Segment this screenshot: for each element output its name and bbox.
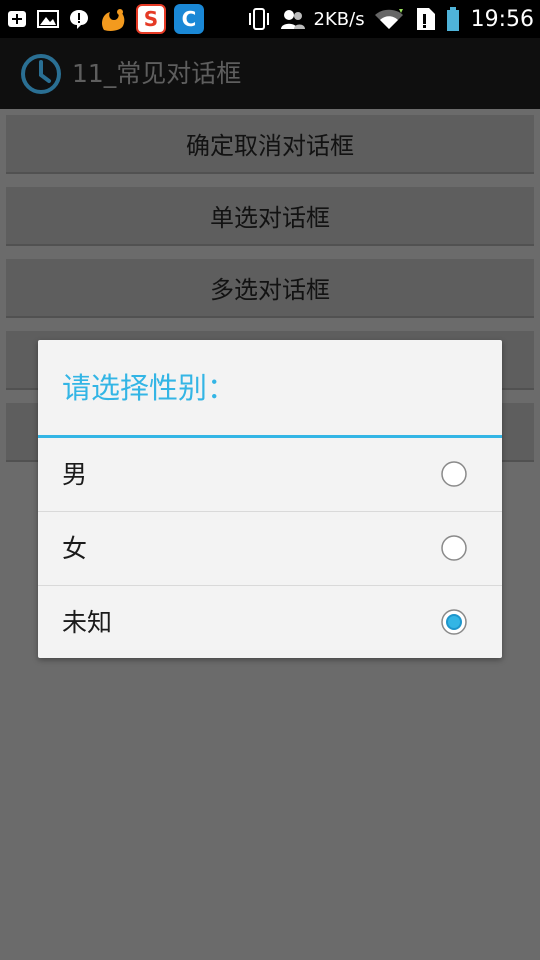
- single-choice-dialog-button[interactable]: 单选对话框: [6, 187, 534, 246]
- option-label: 女: [62, 534, 88, 563]
- option-male[interactable]: 男: [38, 438, 502, 511]
- alert-icon: [68, 8, 90, 30]
- browser-icon: C: [174, 4, 204, 34]
- status-bar: S C 2KB/s 19:56: [0, 0, 540, 38]
- option-unknown[interactable]: 未知: [38, 586, 502, 658]
- dialog-title: 请选择性别：: [62, 371, 237, 405]
- button-label: 确定取消对话框: [186, 132, 354, 160]
- sogou-icon: S: [136, 4, 166, 34]
- radio-checked-icon[interactable]: [441, 609, 467, 635]
- status-bar-right: 2KB/s 19:56: [246, 0, 534, 38]
- option-label: 男: [62, 460, 88, 489]
- single-choice-dialog: 请选择性别： 男 女 未知: [38, 340, 502, 658]
- wifi-icon: [373, 7, 405, 31]
- uc-browser-icon: [98, 4, 128, 34]
- image-icon: [36, 8, 60, 30]
- button-label: 单选对话框: [210, 204, 330, 232]
- vibrate-icon: [246, 7, 272, 31]
- radio-unchecked-icon[interactable]: [441, 535, 467, 561]
- button-label: 多选对话框: [210, 276, 330, 304]
- sim-icon: [413, 6, 437, 32]
- network-speed: 2KB/s: [313, 8, 365, 30]
- clock-icon[interactable]: [20, 53, 62, 95]
- page-title: 11_常见对话框: [72, 59, 242, 88]
- option-female[interactable]: 女: [38, 512, 502, 585]
- multi-choice-dialog-button[interactable]: 多选对话框: [6, 259, 534, 318]
- option-label: 未知: [62, 608, 113, 637]
- contacts-icon: [280, 7, 306, 31]
- action-bar: 11_常见对话框: [0, 38, 540, 109]
- confirm-cancel-dialog-button[interactable]: 确定取消对话框: [6, 115, 534, 174]
- status-time: 19:56: [470, 6, 534, 32]
- battery-icon: [445, 6, 461, 32]
- radio-unchecked-icon[interactable]: [441, 461, 467, 487]
- add-icon: [6, 8, 28, 30]
- status-bar-left: S C: [6, 0, 204, 38]
